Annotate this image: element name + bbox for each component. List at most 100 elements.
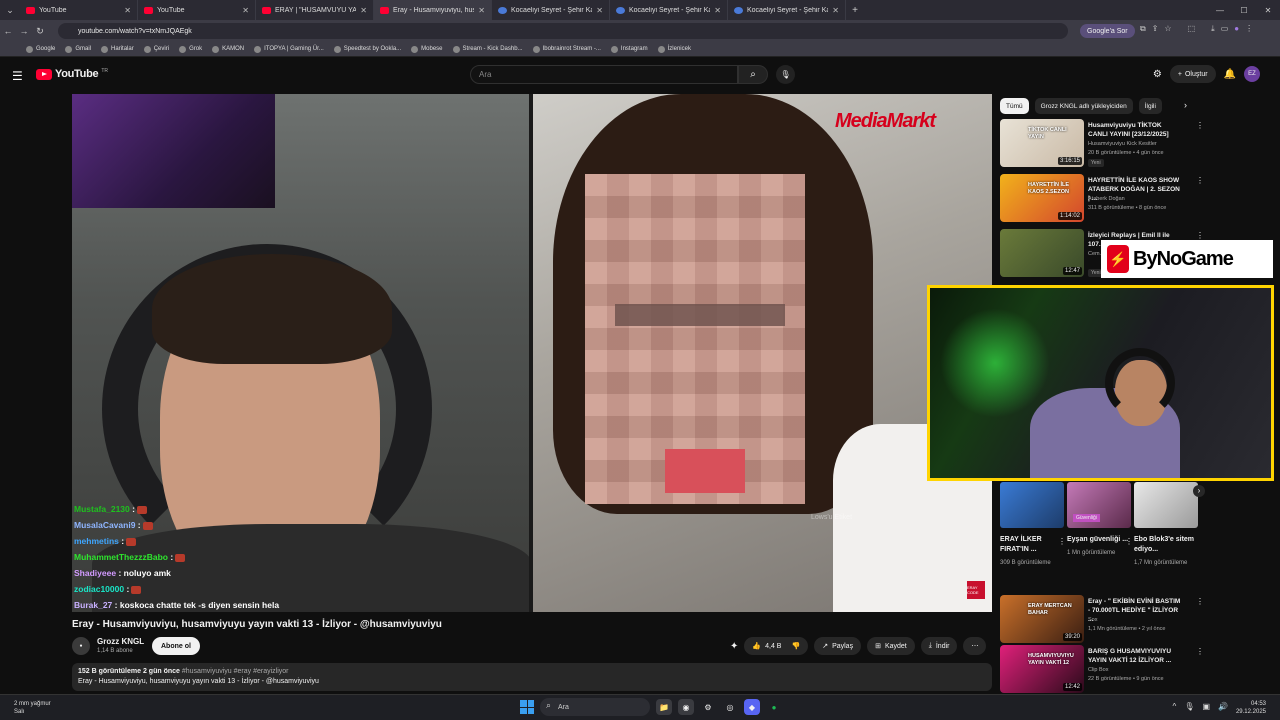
profile-icon[interactable]: ●	[1234, 24, 1239, 34]
channel-name[interactable]: Ataberk Doğan	[1088, 196, 1125, 202]
bookmark-star-icon[interactable]: ☆	[1164, 24, 1171, 34]
like-button[interactable]: 👍 4,4 B 👎	[744, 637, 809, 655]
chip-next-icon[interactable]: ›	[1184, 100, 1187, 110]
volume-icon[interactable]: 🔊	[1218, 702, 1228, 711]
close-tab-icon[interactable]: ✕	[832, 6, 839, 15]
weather-widget[interactable]: 2 mm yağmur Salı	[14, 700, 51, 716]
video-thumbnail[interactable]: TİKTOK CANLI YAYIN 3:16:15	[1000, 119, 1084, 167]
new-tab-button[interactable]: +	[846, 5, 864, 16]
ai-ask-icon[interactable]: ✦	[730, 641, 738, 652]
browser-tab[interactable]: Kocaeliyi Seyret - Şehir Kamera ✕	[728, 0, 846, 20]
short-title[interactable]: Ebo Blok3'e sitem ediyo...	[1134, 535, 1198, 555]
more-options-icon[interactable]: ⋮	[1196, 176, 1204, 185]
browser-tab[interactable]: YouTube ✕	[20, 0, 138, 20]
channel-name[interactable]: Clip Box	[1088, 667, 1108, 673]
browser-menu-icon[interactable]: ⋮	[1245, 24, 1253, 34]
video-thumbnail[interactable]: HAYRETTİN İLE KAOS 2.SEZON 1:14:02	[1000, 174, 1084, 222]
browser-tab[interactable]: YouTube ✕	[138, 0, 256, 20]
video-title[interactable]: Eray - " EKİBİN EVİNİ BASTIM - 70.000TL …	[1088, 597, 1183, 624]
more-options-icon[interactable]: ⋮	[1196, 121, 1204, 130]
channel-name[interactable]: Husamviyuviyu Kick Kesitler	[1088, 141, 1157, 147]
browser-tab[interactable]: Kocaeliyi Seyret - Şehir Kamera ✕	[492, 0, 610, 20]
video-player[interactable]: Mustafa_2130 : MusalaCavani9 : mehmetins :…	[72, 94, 992, 612]
account-avatar[interactable]: EZ	[1244, 66, 1260, 82]
save-button[interactable]: ⊞ Kaydet	[867, 637, 915, 655]
bookmark-item[interactable]: Instagram	[610, 45, 648, 53]
browser-tab[interactable]: ERAY | "HUSAMVUYU YAYIN V...✕	[256, 0, 374, 20]
filter-chip[interactable]: Tümü	[1000, 98, 1029, 114]
share-icon[interactable]: ⇪	[1152, 24, 1159, 34]
google-ask-button[interactable]: Google'a Sor	[1080, 24, 1135, 38]
browser-tab[interactable]: Kocaeliyi Seyret - Şehir Kamera ✕	[610, 0, 728, 20]
bookmark-item[interactable]: Gmail	[65, 45, 91, 53]
close-tab-icon[interactable]: ✕	[714, 6, 721, 15]
short-card[interactable]: Ebo Blok3'e sitem ediyo... 1,7 Mn görüntü…	[1134, 482, 1198, 568]
bookmark-item[interactable]: Çeviri	[143, 45, 169, 53]
video-title[interactable]: Husamviyuviyu TİKTOK CANLI YAYINI [23/12…	[1088, 121, 1183, 139]
bookmark-item[interactable]: Stream - Kick Dashb...	[452, 45, 523, 53]
video-title[interactable]: BARIŞ G HUSAMVIYUVIYU YAYIN VAKTİ 12 İZL…	[1088, 647, 1183, 665]
tray-chevron-icon[interactable]: ^	[1173, 702, 1177, 711]
short-more-icon[interactable]: ⋮	[1125, 537, 1133, 546]
bookmark-item[interactable]: İzlenicek	[657, 45, 691, 53]
filter-chip[interactable]: Grozz KNGL adlı yükleyiciden	[1034, 98, 1133, 114]
video-thumbnail[interactable]: HUSAMVIYUVIYU YAYIN VAKTİ 12 12:42	[1000, 645, 1084, 693]
share-button[interactable]: ↗ Paylaş	[814, 637, 862, 655]
taskbar-search[interactable]: Ara	[540, 698, 650, 716]
forward-icon[interactable]: →	[16, 26, 32, 36]
minimize-icon[interactable]: —	[1208, 6, 1232, 15]
recommended-video[interactable]: ERAY MERTCAN BAHAR 39:20 Eray - " EKİBİN E…	[1000, 595, 1260, 645]
url-field[interactable]: youtube.com/watch?v=txNmJQAEgk	[58, 23, 1068, 39]
description-box[interactable]: 152 B görüntüleme 2 gün önce #husamviyuv…	[72, 663, 992, 691]
back-icon[interactable]: ←	[0, 26, 16, 36]
close-tab-icon[interactable]: ✕	[360, 6, 367, 15]
video-thumbnail[interactable]: 12:47	[1000, 229, 1084, 277]
close-tab-icon[interactable]: ✕	[124, 6, 131, 15]
short-thumbnail[interactable]	[1000, 482, 1064, 528]
bookmark-item[interactable]: Mobese	[411, 45, 443, 53]
bookmark-item[interactable]: Speedtest by Ookla...	[333, 45, 401, 53]
video-thumbnail[interactable]: ERAY MERTCAN BAHAR 39:20	[1000, 595, 1084, 643]
channel-name[interactable]: Sox	[1088, 617, 1097, 623]
search-input[interactable]: Ara	[470, 65, 738, 84]
download-button[interactable]: ⤓ İndir	[920, 637, 958, 655]
browser-tab[interactable]: Eray - Husamviyuviyu, husa ✕	[374, 0, 492, 20]
short-title[interactable]: Eyşan güvenliği ...	[1067, 535, 1131, 545]
bookmark-item[interactable]: KAMON	[212, 45, 244, 53]
install-icon[interactable]: ⧉	[1140, 24, 1146, 34]
short-card[interactable]: ERAY İLKER FIRAT'IN ... 309 B görüntüleme	[1000, 482, 1064, 568]
recommended-video[interactable]: HAYRETTİN İLE KAOS 2.SEZON 1:14:02 HAYRETT…	[1000, 174, 1260, 224]
extensions-icon[interactable]: ⬚	[1188, 24, 1196, 34]
windows-start-icon[interactable]	[520, 700, 534, 714]
bookmark-item[interactable]: ITOPYA | Gaming Ür...	[254, 45, 324, 53]
mic-tray-icon[interactable]: 🎙	[1184, 702, 1194, 711]
close-icon[interactable]: ✕	[1256, 6, 1280, 15]
notifications-bell-icon[interactable]: 🔔	[1224, 69, 1236, 80]
short-card[interactable]: Güvenliği Eyşan güvenliği ... 1 Mn görüntü…	[1067, 482, 1131, 558]
close-tab-icon[interactable]: ✕	[478, 6, 485, 15]
create-button[interactable]: + Oluştur	[1169, 65, 1216, 83]
maximize-icon[interactable]: ☐	[1232, 6, 1256, 15]
reload-icon[interactable]: ↻	[32, 26, 48, 37]
bookmark-item[interactable]: Google	[26, 45, 55, 53]
file-explorer-icon[interactable]: 📁	[656, 699, 672, 715]
app-icon[interactable]: ◎	[722, 699, 738, 715]
filter-chip[interactable]: İlgili	[1138, 98, 1162, 114]
shorts-next-icon[interactable]: ›	[1193, 485, 1205, 497]
recommended-video[interactable]: HUSAMVIYUVIYU YAYIN VAKTİ 12 12:42 BARIŞ G…	[1000, 645, 1260, 695]
channel-avatar[interactable]: ●	[72, 637, 90, 655]
download-icon[interactable]: ⤓	[1211, 24, 1215, 34]
spotify-icon[interactable]: ●	[766, 699, 782, 715]
more-options-icon[interactable]: ⋮	[1196, 231, 1204, 240]
search-button[interactable]: ⌕	[738, 65, 768, 84]
steam-icon[interactable]: ⚙	[700, 699, 716, 715]
channel-name[interactable]: Grozz KNGL	[97, 637, 144, 646]
recommended-video[interactable]: TİKTOK CANLI YAYIN 3:16:15 Husamviyuviyu T…	[1000, 119, 1260, 169]
bookmark-item[interactable]: Ibobrainrot Stream -...	[532, 45, 601, 53]
youtube-logo[interactable]: YouTube TR	[36, 68, 108, 80]
subscribe-button[interactable]: Abone ol	[152, 637, 200, 655]
more-options-icon[interactable]: ⋮	[1196, 597, 1204, 606]
more-actions-button[interactable]: ⋯	[963, 637, 987, 655]
taskbar-clock[interactable]: 04:53 29.12.2025	[1236, 700, 1266, 716]
more-options-icon[interactable]: ⋮	[1196, 647, 1204, 656]
